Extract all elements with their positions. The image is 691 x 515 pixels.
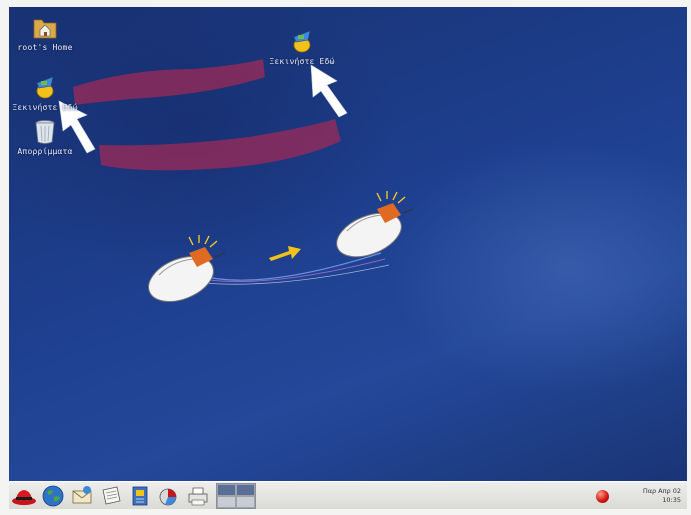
web-browser-launcher[interactable] (38, 483, 67, 509)
start-here-icon (36, 76, 54, 99)
taskbar: Παρ Απρ 02 10:35 (9, 481, 687, 509)
workspace-4[interactable] (236, 496, 255, 508)
desktop: root's Home Ξεκινήστε Εδώ Απορρίμματα Ξε… (9, 7, 687, 481)
desktop-icon-label: Απορρίμματα (17, 147, 73, 156)
print-manager-launcher[interactable] (183, 483, 212, 509)
text-editor-icon (102, 486, 120, 505)
screen: root's Home Ξεκινήστε Εδώ Απορρίμματα Ξε… (9, 7, 687, 509)
redhat-main-menu-button[interactable] (9, 483, 38, 509)
workspace-2[interactable] (236, 484, 255, 496)
office-writer-icon (132, 486, 147, 506)
annotation-overlay (58, 59, 414, 302)
workspace-1[interactable] (217, 484, 236, 496)
desktop-icon-start-here-2[interactable]: Ξεκινήστε Εδώ (259, 27, 345, 66)
trash-icon (35, 120, 55, 144)
presentation-launcher[interactable] (154, 483, 183, 509)
desktop-icon-start-here[interactable]: Ξεκινήστε Εδώ (9, 73, 88, 112)
email-client-launcher[interactable] (67, 483, 96, 509)
mouse-illustration-left (148, 235, 390, 302)
start-here-icon (293, 30, 311, 53)
mouse-illustration-right (336, 191, 414, 258)
presentation-icon (159, 488, 176, 506)
red-status-icon[interactable] (596, 489, 609, 503)
clock-time: 10:35 (662, 496, 681, 504)
web-browser-icon (42, 485, 63, 507)
pointer-arrow-right (310, 64, 348, 118)
highlight-stroke-bottom (99, 119, 341, 171)
workspace-pager[interactable] (216, 483, 256, 509)
print-manager-icon (188, 487, 207, 506)
clock[interactable]: Παρ Απρ 02 10:35 (639, 487, 681, 505)
home-folder-icon (33, 19, 57, 39)
desktop-icon-trash[interactable]: Απορρίμματα (9, 117, 88, 156)
desktop-icon-home[interactable]: root's Home (9, 13, 88, 52)
desktop-icon-label: Ξεκινήστε Εδώ (269, 57, 335, 66)
text-editor-launcher[interactable] (96, 483, 125, 509)
office-writer-launcher[interactable] (125, 483, 154, 509)
clock-date: Παρ Απρ 02 (642, 487, 681, 495)
workspace-3[interactable] (217, 496, 236, 508)
email-client-icon (72, 486, 91, 504)
desktop-icon-label: Ξεκινήστε Εδώ (12, 103, 78, 112)
highlight-stroke-top (73, 59, 265, 105)
desktop-icon-label: root's Home (17, 43, 73, 52)
motion-arrow (269, 246, 301, 261)
redhat-main-menu-icon (11, 490, 36, 505)
